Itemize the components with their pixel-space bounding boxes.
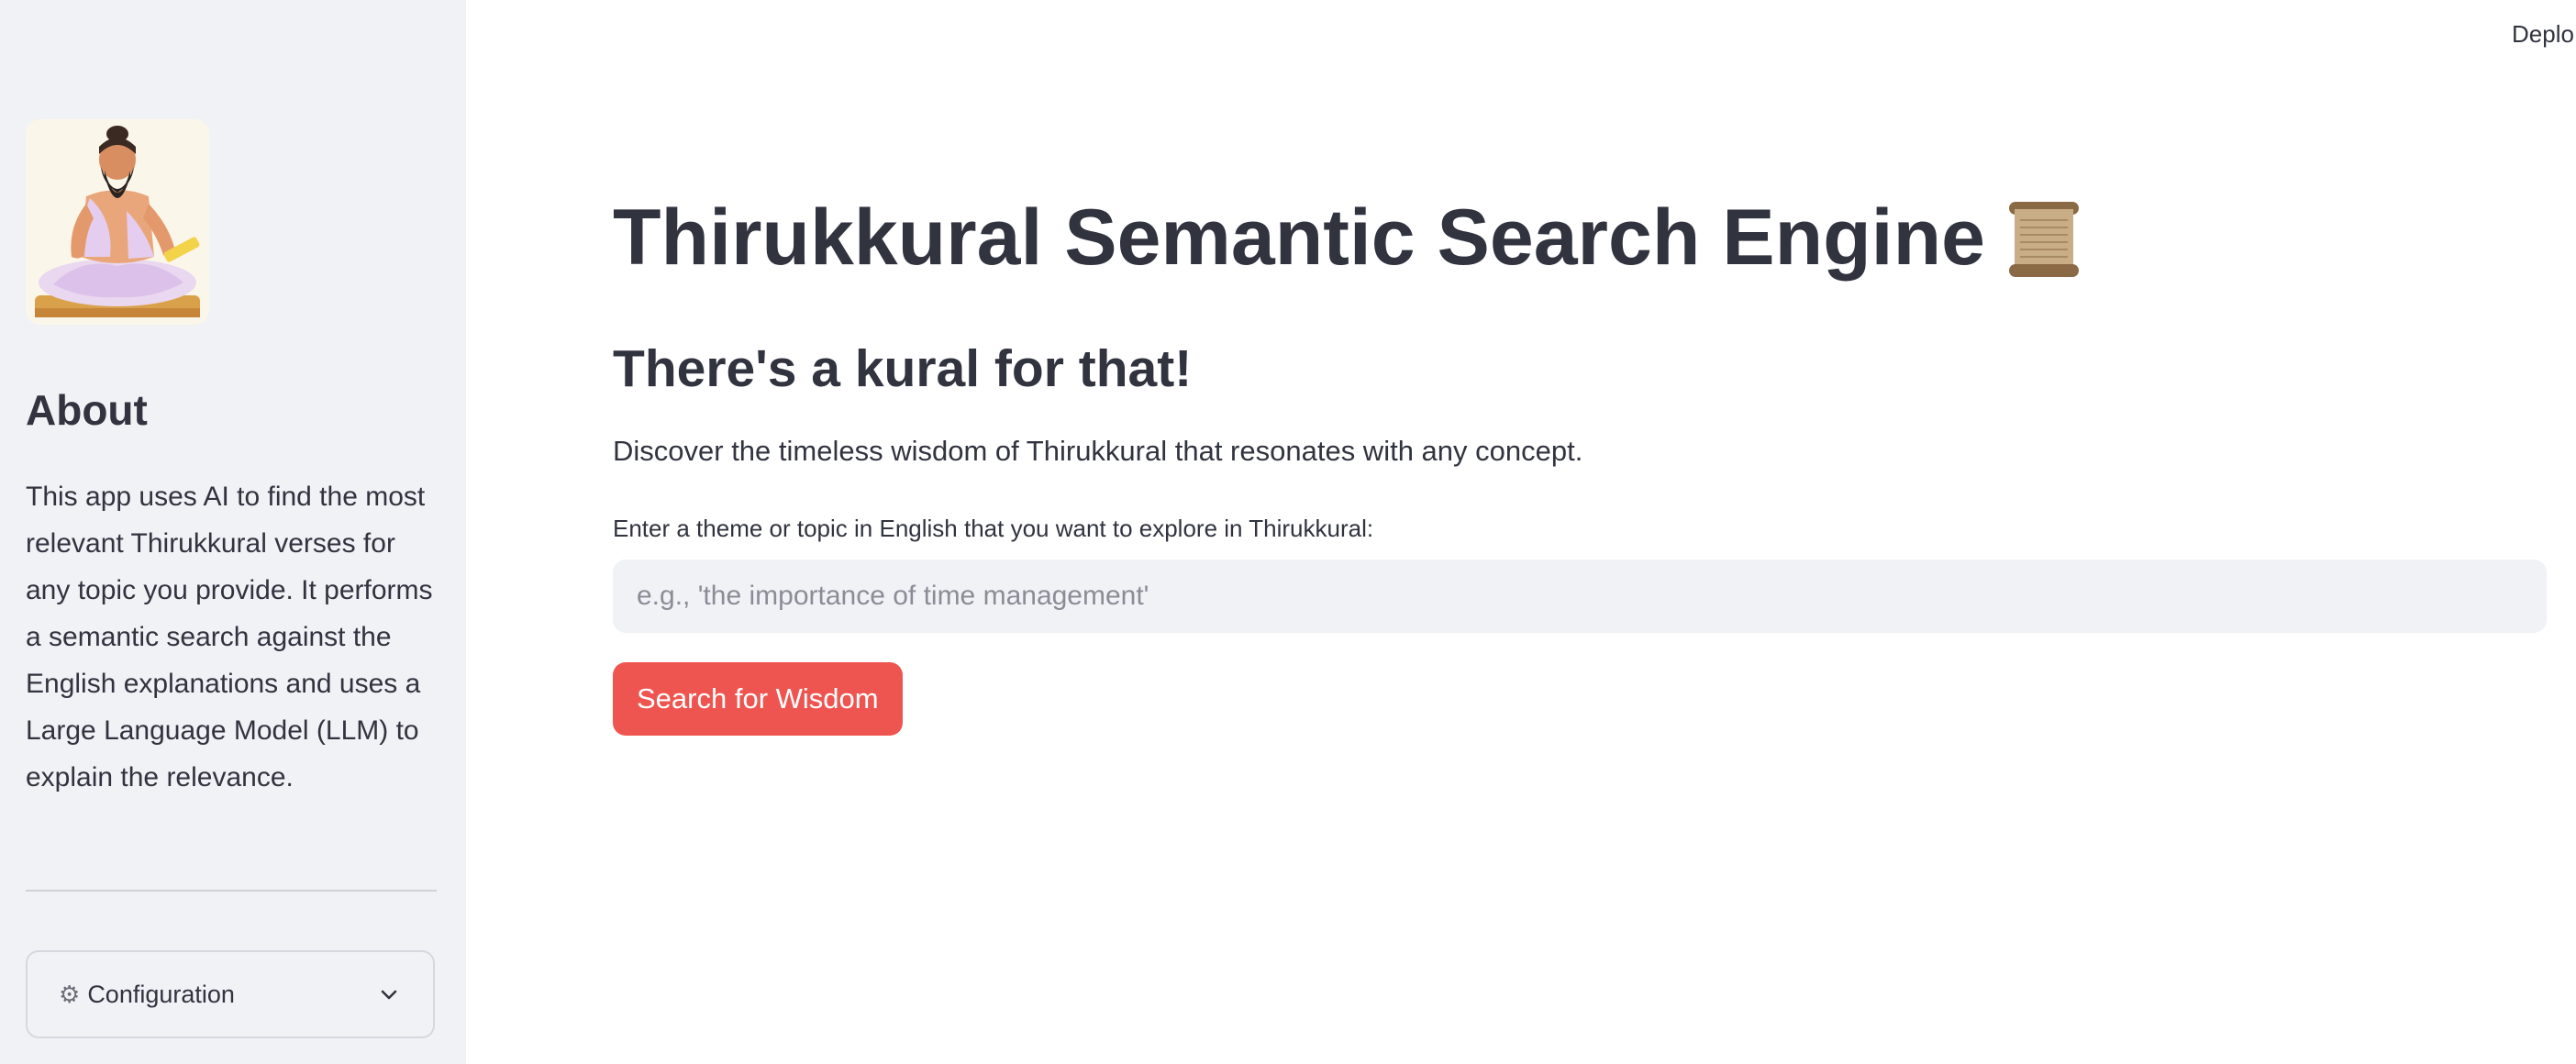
- page-title: Thirukkural Semantic Search Engine: [613, 194, 1985, 282]
- avatar: [26, 119, 209, 325]
- scroll-icon: [2004, 196, 2084, 281]
- search-input-label: Enter a theme or topic in English that y…: [613, 515, 1374, 542]
- about-text: This app uses AI to find the most releva…: [26, 482, 433, 792]
- search-for-wisdom-button[interactable]: Search for Wisdom: [613, 662, 903, 736]
- page-title-row: Thirukkural Semantic Search Engine: [613, 191, 2084, 285]
- chevron-down-icon: [376, 981, 402, 1007]
- gear-icon: ⚙: [59, 981, 81, 1008]
- configuration-expander[interactable]: ⚙ Configuration: [26, 950, 435, 1038]
- configuration-label: Configuration: [87, 980, 235, 1008]
- app-root: About This app uses AI to find the most …: [0, 0, 2576, 1064]
- sidebar-divider: [26, 890, 437, 892]
- sidebar: About This app uses AI to find the most …: [0, 0, 466, 1064]
- description: Discover the timeless wisdom of Thirukku…: [613, 435, 1583, 467]
- about-title: About: [26, 386, 148, 434]
- search-input[interactable]: [613, 560, 2547, 633]
- subtitle: There's a kural for that!: [613, 339, 1193, 398]
- deploy-button[interactable]: Deplo: [2512, 20, 2574, 49]
- thiruvalluvar-portrait-icon: [26, 119, 209, 325]
